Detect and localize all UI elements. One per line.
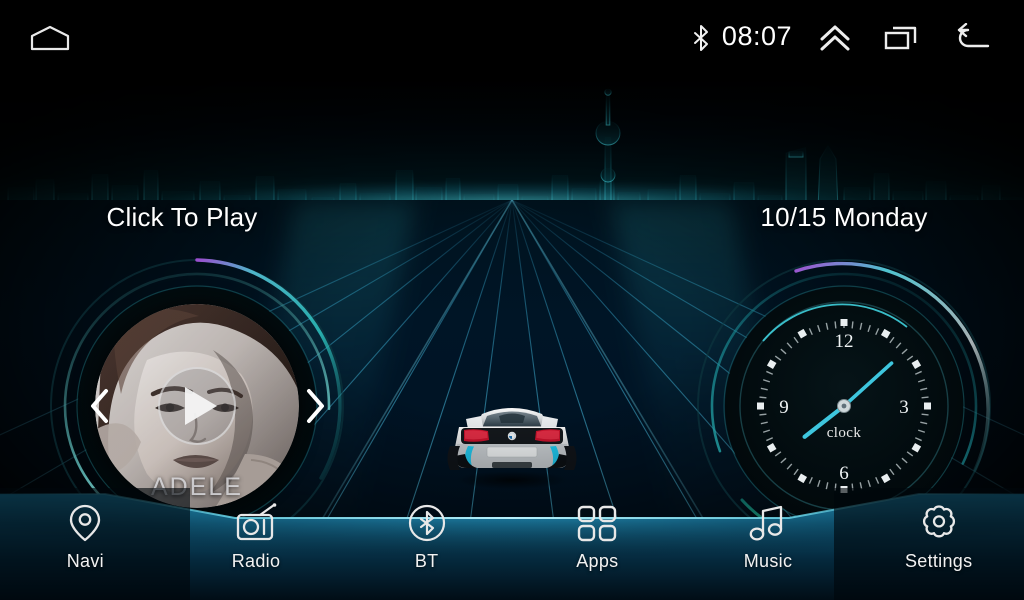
dock-label-settings: Settings — [904, 551, 973, 571]
chevron-left-icon — [91, 389, 108, 423]
dock-item-navi[interactable]: Navi — [0, 488, 171, 600]
music-note-icon — [748, 502, 788, 544]
clock-numeral-9: 9 — [779, 397, 789, 418]
clock-numeral-12: 12 — [835, 331, 854, 352]
infotainment-home-screen: Click To Play ADELE 10/15 Monday 12 3 6 … — [0, 0, 1024, 600]
dock-label-radio: Radio — [231, 551, 281, 571]
radio-icon — [234, 502, 278, 544]
dock-item-list: Navi Radio BT Apps Music Settings — [0, 488, 1024, 600]
next-track-button[interactable] — [298, 383, 332, 429]
status-bar: 08:07 — [0, 0, 1024, 75]
dock-item-radio[interactable]: Radio — [171, 488, 342, 600]
chevron-right-icon — [307, 389, 324, 423]
analog-clock[interactable]: 12 3 6 9 clock — [737, 299, 951, 513]
date-display: 10/15 Monday — [760, 202, 928, 232]
play-icon — [184, 387, 217, 425]
dock-item-music[interactable]: Music — [683, 488, 854, 600]
double-chevron-up-icon — [820, 25, 850, 50]
recent-apps-icon — [884, 26, 917, 49]
previous-track-button[interactable] — [83, 383, 117, 429]
dock-item-settings[interactable]: Settings — [853, 488, 1024, 600]
play-button[interactable] — [158, 367, 236, 445]
dock-label-navi: Navi — [66, 551, 104, 571]
status-bar-right-group: 08:07 — [684, 0, 1010, 75]
bluetooth-icon — [693, 24, 708, 51]
minute-hand — [842, 361, 894, 408]
home-button[interactable] — [28, 24, 72, 52]
bottom-navigation-dock: Navi Radio BT Apps Music Settings — [0, 488, 1024, 600]
clock-label: clock — [826, 425, 862, 441]
recent-apps-button[interactable] — [864, 12, 938, 64]
vehicle-graphic — [447, 408, 577, 489]
dock-item-apps[interactable]: Apps — [512, 488, 683, 600]
dock-label-bt: BT — [414, 551, 439, 571]
clock-numeral-6: 6 — [839, 463, 849, 484]
bluetooth-status-icon — [684, 18, 718, 58]
status-bar-time: 08:07 — [721, 21, 792, 51]
clock-face-graphic: 12 3 6 9 — [739, 301, 949, 511]
clock-numeral-3: 3 — [899, 397, 909, 418]
media-widget-title: Click To Play — [106, 202, 258, 232]
bluetooth-circle-icon — [407, 502, 447, 544]
expand-button[interactable] — [806, 12, 864, 64]
dock-label-music: Music — [743, 551, 793, 571]
back-arrow-icon — [957, 22, 990, 47]
home-outline-icon — [30, 25, 70, 51]
gear-icon — [918, 502, 960, 544]
dock-item-bt[interactable]: BT — [341, 488, 512, 600]
map-pin-icon — [68, 502, 102, 544]
dock-label-apps: Apps — [576, 551, 619, 571]
back-button[interactable] — [938, 12, 1010, 64]
grid-apps-icon — [576, 502, 618, 544]
album-art[interactable]: ADELE — [95, 304, 299, 508]
